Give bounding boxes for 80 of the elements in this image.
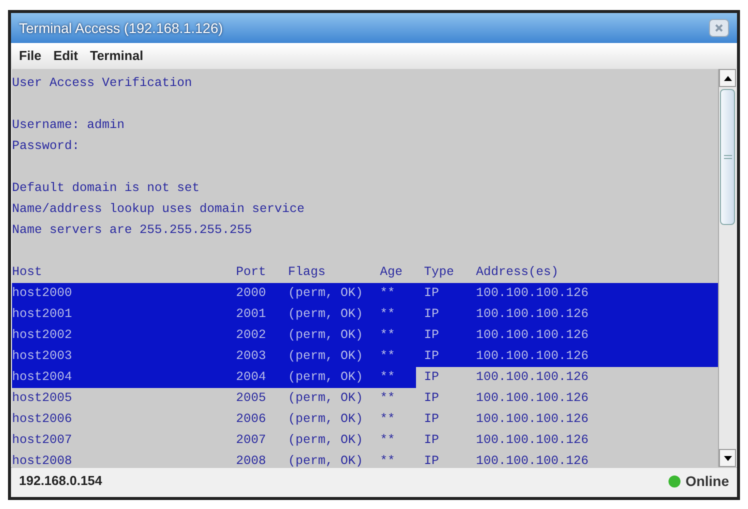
- down-arrow-icon: [724, 456, 732, 460]
- table-cell-text: IP: [423, 369, 440, 386]
- table-cell-text: **: [380, 453, 396, 467]
- column-header: Age: [380, 264, 404, 282]
- terminal-line: Password:: [12, 138, 80, 156]
- column-header: Type: [423, 264, 456, 282]
- close-icon: [714, 23, 724, 33]
- table-cell-text: 100.100.100.126: [476, 369, 590, 386]
- table-cell-text: IP: [423, 453, 440, 467]
- table-cell: **: [380, 283, 416, 304]
- table-cell-text: host2005: [12, 390, 74, 408]
- table-cell: IP: [416, 346, 476, 367]
- table-cell-text: 2005: [236, 390, 268, 408]
- table-cell-text: 100.100.100.126: [476, 432, 590, 450]
- close-button[interactable]: [709, 19, 729, 37]
- table-cell-text: (perm, OK): [288, 432, 364, 450]
- table-cell: 100.100.100.126: [476, 325, 718, 346]
- table-cell: (perm, OK): [288, 367, 380, 388]
- menu-item[interactable]: Edit: [53, 46, 78, 66]
- table-cell-text: IP: [423, 390, 440, 408]
- table-cell: IP: [416, 304, 476, 325]
- table-cell: **: [380, 325, 416, 346]
- table-cell: (perm, OK): [288, 325, 380, 346]
- table-cell: (perm, OK): [288, 304, 380, 325]
- table-cell: 2003: [236, 346, 288, 367]
- table-cell: host2001: [12, 304, 236, 325]
- table-cell-text: host2007: [12, 432, 74, 450]
- table-cell: 100.100.100.126: [476, 283, 718, 304]
- column-header: Port: [236, 264, 268, 282]
- menu-item[interactable]: File: [19, 46, 42, 66]
- scrollbar[interactable]: [718, 69, 736, 467]
- terminal-line: Name/address lookup uses domain service: [12, 201, 305, 218]
- table-cell-text: **: [380, 432, 396, 450]
- table-cell: 100.100.100.126: [476, 346, 718, 367]
- column-header: Host: [12, 264, 44, 282]
- column-header: Flags: [288, 264, 327, 282]
- table-cell: 2001: [236, 304, 288, 325]
- table-cell: 2004: [236, 367, 288, 388]
- table-cell-text: host2006: [12, 411, 74, 428]
- table-cell-text: 2007: [236, 432, 268, 450]
- table-cell: IP: [416, 283, 476, 304]
- terminal-line: Username: admin: [12, 117, 125, 134]
- table-cell: 2002: [236, 325, 288, 346]
- table-cell-text: 100.100.100.126: [476, 453, 590, 467]
- connection-status: Online: [685, 472, 729, 491]
- scroll-up-button[interactable]: [719, 69, 736, 87]
- table-cell: host2004: [12, 367, 236, 388]
- table-cell-text: 2006: [236, 411, 268, 428]
- table-cell-text: 100.100.100.126: [476, 411, 590, 428]
- table-cell-text: (perm, OK): [288, 453, 364, 467]
- terminal-line: Default domain is not set: [12, 180, 200, 198]
- table-cell-text: host2008: [12, 453, 74, 467]
- menu-item[interactable]: Terminal: [90, 46, 144, 66]
- terminal-line: Name servers are 255.255.255.255: [12, 222, 252, 240]
- table-cell: IP: [416, 325, 476, 346]
- table-cell: 2000: [236, 283, 288, 304]
- scroll-down-button[interactable]: [719, 449, 736, 467]
- table-cell-text: **: [380, 390, 396, 408]
- table-cell-text: 2008: [236, 453, 268, 467]
- table-cell-text: (perm, OK): [288, 411, 364, 428]
- scroll-thumb[interactable]: [720, 89, 735, 225]
- table-cell: host2000: [12, 283, 236, 304]
- table-cell-text: **: [380, 411, 396, 428]
- ip-address: 192.168.0.154: [19, 472, 102, 490]
- table-cell: 100.100.100.126: [476, 304, 718, 325]
- column-header: Address(es): [476, 264, 560, 282]
- table-cell-text: IP: [423, 411, 440, 428]
- table-cell: **: [380, 367, 416, 388]
- table-cell-text: 100.100.100.126: [476, 390, 590, 408]
- table-cell: **: [380, 346, 416, 367]
- table-cell: host2002: [12, 325, 236, 346]
- up-arrow-icon: [724, 76, 732, 80]
- table-cell: (perm, OK): [288, 283, 380, 304]
- table-cell: host2003: [12, 346, 236, 367]
- table-cell-text: IP: [423, 432, 440, 450]
- window-title: Terminal Access (192.168.1.126): [19, 18, 223, 38]
- terminal-line: User Access Verification: [12, 75, 192, 92]
- table-cell: **: [380, 304, 416, 325]
- table-cell-text: (perm, OK): [288, 390, 364, 408]
- table-cell: (perm, OK): [288, 346, 380, 367]
